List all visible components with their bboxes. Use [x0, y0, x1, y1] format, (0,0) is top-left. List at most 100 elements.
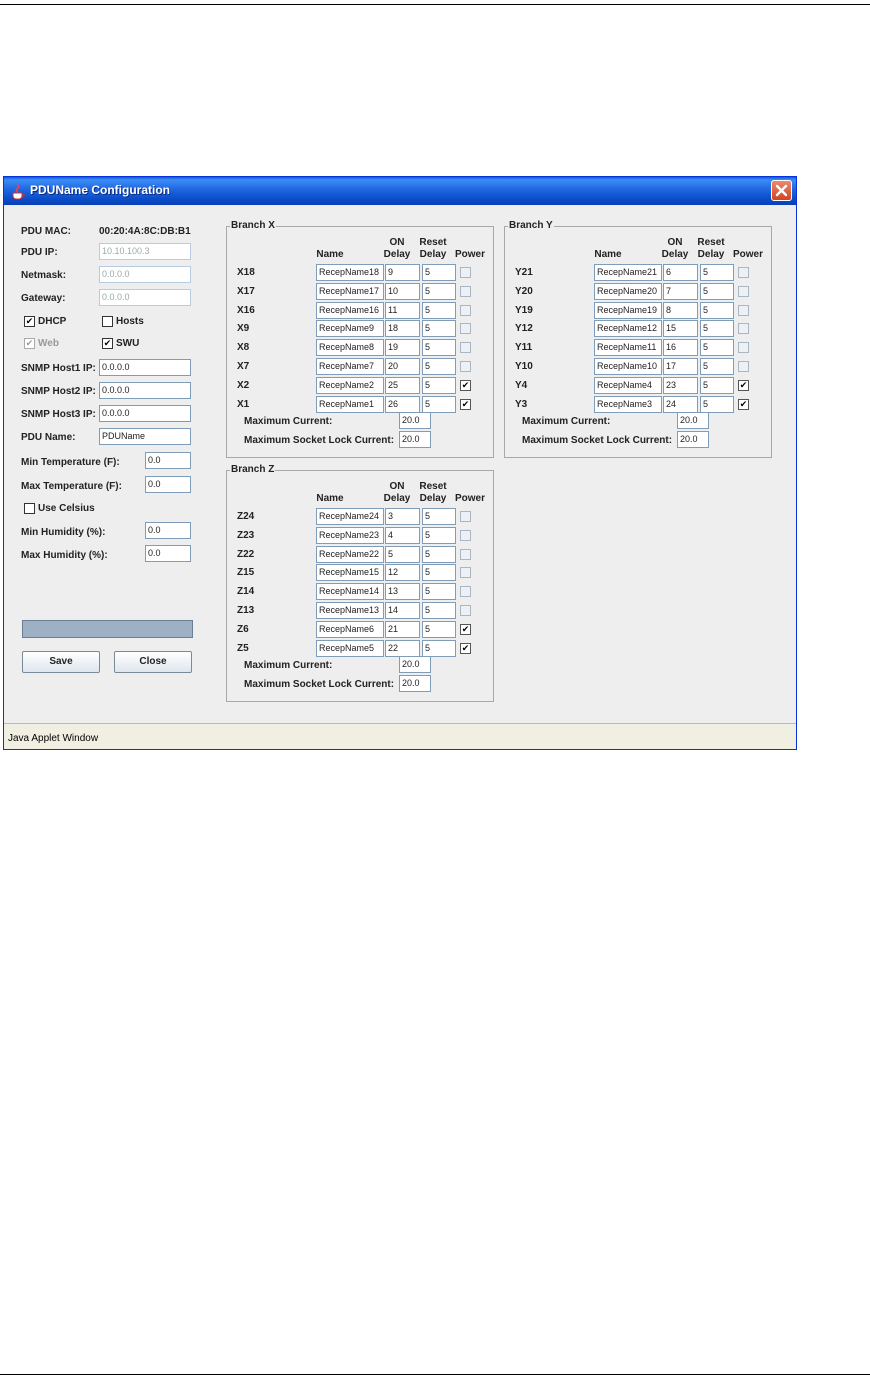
close-button[interactable]: Close — [114, 651, 192, 673]
on-delay-field[interactable]: 10 — [385, 282, 420, 300]
reset-delay-field[interactable]: 5 — [422, 602, 456, 619]
power-checkbox[interactable] — [738, 342, 749, 354]
on-delay-field[interactable]: 21 — [385, 620, 420, 638]
on-delay-field[interactable]: 18 — [385, 320, 420, 338]
power-checkbox[interactable] — [738, 285, 749, 297]
power-checkbox[interactable]: ✔ — [738, 398, 749, 410]
power-checkbox[interactable] — [460, 511, 471, 522]
on-delay-field[interactable]: 13 — [385, 583, 420, 601]
reset-delay-field[interactable]: 5 — [700, 339, 734, 357]
on-delay-field[interactable]: 19 — [385, 339, 420, 357]
power-checkbox[interactable] — [460, 567, 471, 579]
save-button[interactable]: Save — [22, 651, 100, 673]
receptacle-name-field[interactable]: RecepName24 — [316, 508, 384, 525]
receptacle-name-field[interactable]: RecepName5 — [316, 639, 384, 657]
hosts-checkbox[interactable] — [102, 316, 113, 327]
receptacle-name-field[interactable]: RecepName15 — [316, 564, 384, 582]
power-checkbox[interactable] — [460, 304, 471, 316]
reset-delay-field[interactable]: 5 — [422, 583, 456, 601]
title-bar[interactable]: PDUName Configuration — [4, 177, 796, 205]
max-temp-field[interactable]: 0.0 — [145, 476, 191, 493]
pdu-ip-field[interactable]: 10.10.100.3 — [99, 243, 191, 260]
on-delay-field[interactable]: 6 — [663, 264, 698, 281]
power-checkbox[interactable]: ✔ — [738, 379, 749, 391]
on-delay-field[interactable]: 3 — [385, 508, 420, 525]
reset-delay-field[interactable]: 5 — [422, 376, 456, 394]
power-checkbox[interactable] — [460, 285, 471, 297]
power-checkbox[interactable]: ✔ — [460, 379, 471, 391]
power-checkbox[interactable] — [460, 529, 471, 541]
receptacle-name-field[interactable]: RecepName21 — [594, 264, 662, 281]
on-delay-field[interactable]: 8 — [663, 301, 698, 319]
on-delay-field[interactable]: 9 — [385, 264, 420, 281]
reset-delay-field[interactable]: 5 — [700, 395, 734, 413]
window-close-button[interactable] — [771, 180, 792, 201]
use-celsius-checkbox[interactable] — [24, 503, 35, 514]
receptacle-name-field[interactable]: RecepName13 — [316, 602, 384, 619]
on-delay-field[interactable]: 12 — [385, 564, 420, 582]
receptacle-name-field[interactable]: RecepName10 — [594, 358, 662, 375]
reset-delay-field[interactable]: 5 — [422, 301, 456, 319]
snmp-host1-field[interactable]: 0.0.0.0 — [99, 359, 191, 376]
reset-delay-field[interactable]: 5 — [700, 376, 734, 394]
gateway-field[interactable]: 0.0.0.0 — [99, 289, 191, 306]
on-delay-field[interactable]: 17 — [663, 358, 698, 375]
web-checkbox[interactable]: ✔ — [24, 338, 35, 349]
receptacle-name-field[interactable]: RecepName23 — [316, 526, 384, 544]
reset-delay-field[interactable]: 5 — [422, 564, 456, 582]
receptacle-name-field[interactable]: RecepName12 — [594, 320, 662, 338]
min-humidity-field[interactable]: 0.0 — [145, 522, 191, 539]
receptacle-name-field[interactable]: RecepName19 — [594, 301, 662, 319]
receptacle-name-field[interactable]: RecepName7 — [316, 358, 384, 375]
on-delay-field[interactable]: 15 — [663, 320, 698, 338]
on-delay-field[interactable]: 4 — [385, 526, 420, 544]
receptacle-name-field[interactable]: RecepName20 — [594, 282, 662, 300]
on-delay-field[interactable]: 23 — [663, 376, 698, 394]
power-checkbox[interactable] — [738, 267, 749, 278]
reset-delay-field[interactable]: 5 — [422, 264, 456, 281]
receptacle-name-field[interactable]: RecepName1 — [316, 395, 384, 413]
reset-delay-field[interactable]: 5 — [700, 282, 734, 300]
power-checkbox[interactable] — [738, 304, 749, 316]
on-delay-field[interactable]: 25 — [385, 376, 420, 394]
reset-delay-field[interactable]: 5 — [422, 339, 456, 357]
reset-delay-field[interactable]: 5 — [422, 395, 456, 413]
min-temp-field[interactable]: 0.0 — [145, 452, 191, 469]
reset-delay-field[interactable]: 5 — [422, 320, 456, 338]
on-delay-field[interactable]: 5 — [385, 545, 420, 563]
netmask-field[interactable]: 0.0.0.0 — [99, 266, 191, 283]
snmp-host3-field[interactable]: 0.0.0.0 — [99, 405, 191, 422]
on-delay-field[interactable]: 16 — [663, 339, 698, 357]
power-checkbox[interactable] — [738, 361, 749, 372]
reset-delay-field[interactable]: 5 — [422, 620, 456, 638]
power-checkbox[interactable] — [460, 586, 471, 598]
reset-delay-field[interactable]: 5 — [422, 508, 456, 525]
receptacle-name-field[interactable]: RecepName6 — [316, 620, 384, 638]
reset-delay-field[interactable]: 5 — [700, 358, 734, 375]
receptacle-name-field[interactable]: RecepName14 — [316, 583, 384, 601]
max-socket-lock-field[interactable]: 20.0 — [399, 431, 431, 448]
max-current-field[interactable]: 20.0 — [399, 412, 431, 429]
on-delay-field[interactable]: 14 — [385, 602, 420, 619]
power-checkbox[interactable] — [460, 361, 471, 372]
power-checkbox[interactable] — [460, 605, 471, 616]
power-checkbox[interactable] — [460, 323, 471, 335]
reset-delay-field[interactable]: 5 — [422, 639, 456, 657]
receptacle-name-field[interactable]: RecepName17 — [316, 282, 384, 300]
receptacle-name-field[interactable]: RecepName22 — [316, 545, 384, 563]
power-checkbox[interactable] — [460, 267, 471, 278]
receptacle-name-field[interactable]: RecepName4 — [594, 376, 662, 394]
power-checkbox[interactable] — [460, 548, 471, 560]
receptacle-name-field[interactable]: RecepName8 — [316, 339, 384, 357]
on-delay-field[interactable]: 20 — [385, 358, 420, 375]
reset-delay-field[interactable]: 5 — [422, 358, 456, 375]
power-checkbox[interactable] — [738, 323, 749, 335]
pdu-name-field[interactable]: PDUName — [99, 428, 191, 445]
dhcp-checkbox[interactable]: ✔ — [24, 316, 35, 327]
on-delay-field[interactable]: 11 — [385, 301, 420, 319]
on-delay-field[interactable]: 24 — [663, 395, 698, 413]
power-checkbox[interactable]: ✔ — [460, 642, 471, 654]
max-socket-lock-field[interactable]: 20.0 — [677, 431, 709, 448]
power-checkbox[interactable]: ✔ — [460, 398, 471, 410]
on-delay-field[interactable]: 7 — [663, 282, 698, 300]
